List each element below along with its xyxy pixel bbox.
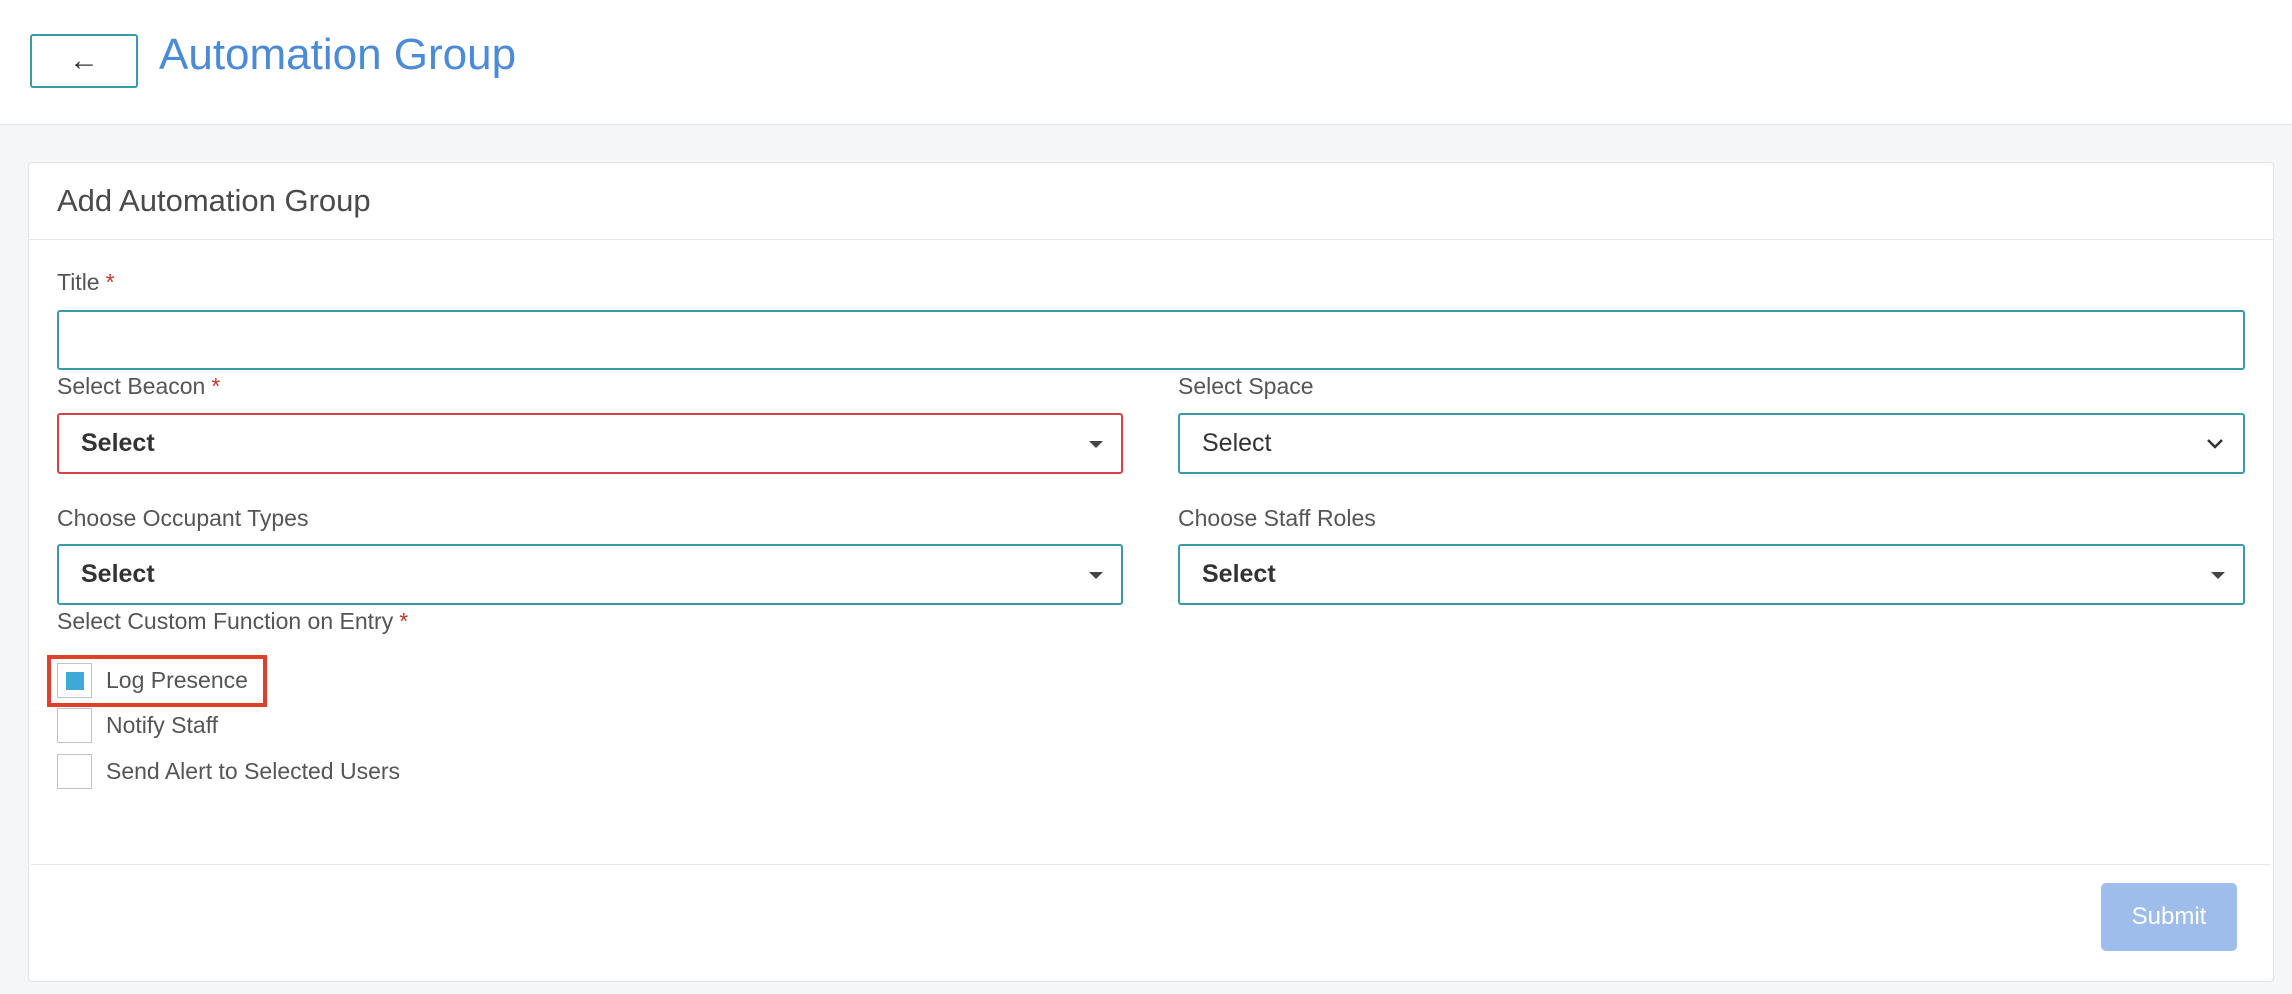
space-select-value: Select [1202,429,1272,457]
custom-function-label: Select Custom Function on Entry * [57,608,408,635]
required-marker: * [211,373,221,399]
title-label: Title * [57,269,115,296]
staff-roles-select[interactable]: Select [1178,544,2245,605]
occupant-types-label-text: Choose Occupant Types [57,505,309,531]
checkbox[interactable] [57,754,92,789]
occupant-types-select-value: Select [81,560,155,588]
submit-button[interactable]: Submit [2101,883,2237,951]
add-automation-group-card: Add Automation Group Title * Select Beaco… [28,162,2274,982]
custom-function-label-text: Select Custom Function on Entry [57,608,394,634]
card-footer: Submit [31,864,2271,979]
checkbox-log-presence[interactable]: Log Presence [57,663,248,698]
checkbox-label: Send Alert to Selected Users [106,758,401,784]
title-input[interactable] [57,310,2245,370]
caret-down-icon [1089,571,1103,579]
card-title: Add Automation Group [57,183,371,218]
checkbox-notify-staff[interactable]: Notify Staff [57,708,218,743]
caret-down-icon [2211,571,2225,579]
required-marker: * [399,608,409,634]
occupant-types-label: Choose Occupant Types [57,505,308,532]
checkbox-label: Log Presence [106,667,248,693]
required-marker: * [105,269,115,295]
page-title: Automation Group [159,30,517,79]
space-select[interactable]: Select [1178,413,2245,474]
beacon-label-text: Select Beacon [57,373,206,399]
staff-roles-select-value: Select [1202,560,1276,588]
beacon-select-value: Select [81,429,155,457]
checkbox[interactable] [57,663,92,698]
top-bar: ← Automation Group [0,0,2292,125]
checkbox[interactable] [57,708,92,743]
checkbox-send-alert[interactable]: Send Alert to Selected Users [57,754,400,789]
arrow-left-icon: ← [69,44,99,77]
back-button[interactable]: ← [30,34,138,88]
space-label: Select Space [1178,373,1314,400]
beacon-select[interactable]: Select [57,413,1123,474]
caret-down-icon [1089,440,1103,448]
checkbox-label: Notify Staff [106,712,219,738]
occupant-types-select[interactable]: Select [57,544,1123,605]
staff-roles-label-text: Choose Staff Roles [1178,505,1376,531]
title-label-text: Title [57,269,100,295]
staff-roles-label: Choose Staff Roles [1178,505,1376,532]
beacon-label: Select Beacon * [57,373,220,400]
card-header: Add Automation Group [29,163,2273,240]
space-label-text: Select Space [1178,373,1314,399]
chevron-down-icon [2207,438,2223,449]
